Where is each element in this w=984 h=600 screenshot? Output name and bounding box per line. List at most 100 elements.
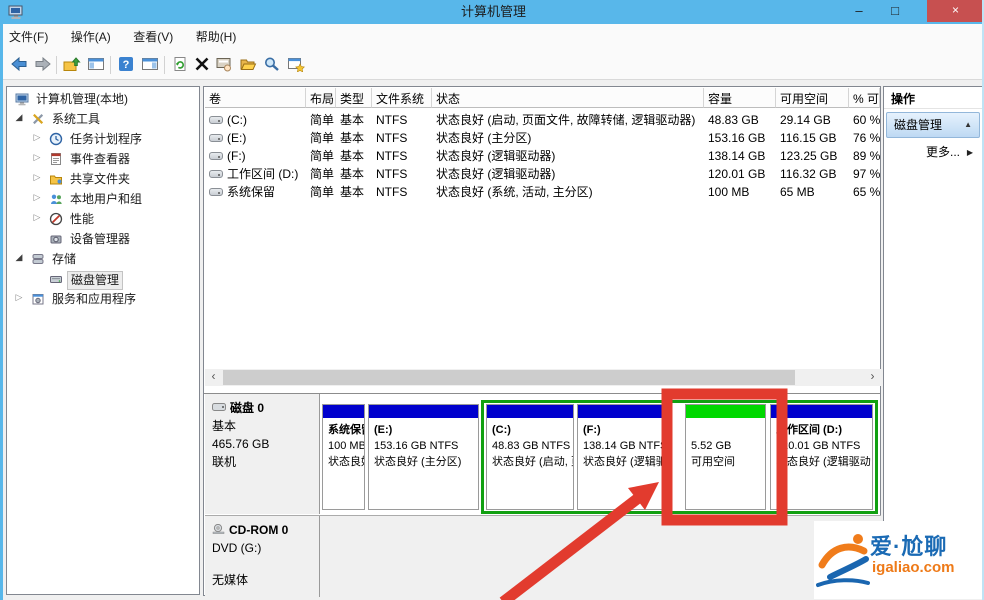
column-header-layout[interactable]: 布局 bbox=[306, 88, 336, 108]
volume-row-e[interactable]: (E:) 简单基本 NTFS状态良好 (主分区) 153.16 GB116.15… bbox=[205, 129, 880, 147]
sidebar-item-label: 系统工具 bbox=[49, 111, 103, 128]
disk0-type: 基本 bbox=[212, 417, 312, 435]
close-button[interactable]: × bbox=[927, 0, 984, 22]
task-scheduler-icon bbox=[49, 132, 63, 146]
volume-row-system-reserved[interactable]: 系统保留 简单基本 NTFS状态良好 (系统, 活动, 主分区) 100 MB6… bbox=[205, 183, 880, 201]
actions-disk-management-group[interactable]: 磁盘管理 bbox=[886, 112, 980, 138]
toolbar-separator bbox=[56, 56, 57, 74]
sidebar-item-label: 存储 bbox=[49, 251, 79, 268]
disk0-name: 磁盘 0 bbox=[230, 401, 264, 415]
menu-bar: 文件(F) 操作(A) 查看(V) 帮助(H) bbox=[0, 24, 984, 50]
customize-icon[interactable] bbox=[285, 54, 307, 76]
delete-icon[interactable] bbox=[191, 54, 213, 76]
collapsed-icon[interactable] bbox=[31, 192, 43, 203]
collapsed-icon[interactable] bbox=[31, 152, 43, 163]
shared-folders-icon bbox=[49, 172, 63, 186]
local-users-groups-icon bbox=[49, 192, 63, 206]
sidebar-item-task-scheduler[interactable]: 任务计划程序 bbox=[7, 130, 199, 149]
refresh-icon[interactable] bbox=[169, 54, 191, 76]
collapsed-icon[interactable] bbox=[31, 132, 43, 143]
open-icon[interactable] bbox=[237, 54, 259, 76]
column-header-volume[interactable]: 卷 bbox=[205, 88, 306, 108]
sidebar-item-system-tools[interactable]: 系统工具 bbox=[7, 110, 199, 129]
collapsed-icon[interactable] bbox=[31, 212, 43, 223]
sidebar-item-device-manager[interactable]: 设备管理器 bbox=[7, 230, 199, 249]
partition-d[interactable]: 工作区间 (D:)120.01 GB NTFS状态良好 (逻辑驱动 bbox=[770, 404, 873, 510]
properties-icon[interactable] bbox=[213, 54, 235, 76]
sidebar-item-label: 任务计划程序 bbox=[67, 131, 145, 148]
free-space-color-bar bbox=[686, 405, 765, 418]
volume-row-c[interactable]: (C:) 简单基本 NTFS状态良好 (启动, 页面文件, 故障转储, 逻辑驱动… bbox=[205, 111, 880, 129]
partition-color-bar bbox=[771, 405, 872, 418]
partition-e[interactable]: (E:)153.16 GB NTFS状态良好 (主分区) bbox=[368, 404, 479, 510]
disk0-info-card[interactable]: 磁盘 0 基本 465.76 GB 联机 bbox=[205, 394, 320, 514]
show-console-tree-icon[interactable] bbox=[61, 54, 83, 76]
system-tools-icon bbox=[31, 112, 45, 126]
column-header-status[interactable]: 状态 bbox=[432, 88, 704, 108]
maximize-button[interactable]: □ bbox=[878, 0, 912, 22]
back-icon[interactable] bbox=[8, 54, 30, 76]
partition-color-bar bbox=[323, 405, 364, 418]
expanded-icon[interactable] bbox=[13, 112, 25, 123]
computer-management-window: 计算机管理 – □ × 文件(F) 操作(A) 查看(V) 帮助(H) ? bbox=[0, 0, 984, 600]
sidebar-item-disk-management[interactable]: 磁盘管理 bbox=[7, 270, 199, 289]
actions-pane: 操作 磁盘管理 更多... bbox=[883, 86, 983, 596]
horizontal-scrollbar[interactable]: ‹ › bbox=[205, 369, 881, 386]
column-header-filesystem[interactable]: 文件系统 bbox=[372, 88, 432, 108]
partition-color-bar bbox=[487, 405, 573, 418]
menu-action[interactable]: 操作(A) bbox=[62, 24, 120, 50]
storage-icon bbox=[31, 252, 45, 266]
sidebar-item-label: 服务和应用程序 bbox=[49, 291, 139, 308]
actions-header: 操作 bbox=[884, 87, 982, 109]
cdrom-info-card[interactable]: CD-ROM 0 DVD (G:) 无媒体 bbox=[205, 516, 320, 597]
toolbar-separator bbox=[164, 56, 165, 74]
volume-drive-icon bbox=[209, 170, 223, 178]
sidebar-item-storage[interactable]: 存储 bbox=[7, 250, 199, 269]
minimize-button[interactable]: – bbox=[842, 0, 876, 22]
window-title: 计算机管理 bbox=[0, 0, 984, 24]
sidebar-item-label: 性能 bbox=[67, 211, 97, 228]
search-icon[interactable] bbox=[261, 54, 283, 76]
column-header-percent-free[interactable]: % 可 bbox=[849, 88, 880, 108]
menu-view[interactable]: 查看(V) bbox=[124, 24, 182, 50]
sidebar-item-label: 本地用户和组 bbox=[67, 191, 145, 208]
sidebar-item-performance[interactable]: 性能 bbox=[7, 210, 199, 229]
forward-icon[interactable] bbox=[32, 54, 54, 76]
sidebar-item-local-users-groups[interactable]: 本地用户和组 bbox=[7, 190, 199, 209]
sidebar-item-shared-folders[interactable]: 共享文件夹 bbox=[7, 170, 199, 189]
volume-row-f[interactable]: (F:) 简单基本 NTFS状态良好 (逻辑驱动器) 138.14 GB123.… bbox=[205, 147, 880, 165]
sidebar-item-label: 设备管理器 bbox=[67, 231, 133, 248]
collapsed-icon[interactable] bbox=[13, 292, 25, 303]
action-pane-icon[interactable] bbox=[139, 54, 161, 76]
disk-management-icon bbox=[49, 272, 63, 286]
expanded-icon[interactable] bbox=[13, 252, 25, 263]
console-window-icon[interactable] bbox=[85, 54, 107, 76]
volume-row-d[interactable]: 工作区间 (D:) 简单基本 NTFS状态良好 (逻辑驱动器) 120.01 G… bbox=[205, 165, 880, 183]
partition-system-reserved[interactable]: 系统保留100 MB NTFS状态良好 (系统, bbox=[322, 404, 365, 510]
toolbar: ? bbox=[0, 50, 984, 80]
scrollbar-thumb[interactable] bbox=[223, 370, 795, 385]
watermark-site: igaliao.com bbox=[872, 559, 955, 576]
partition-c[interactable]: (C:)48.83 GB NTFS状态良好 (启动, 页面 bbox=[486, 404, 574, 510]
cdrom-name: CD-ROM 0 bbox=[229, 523, 288, 537]
titlebar[interactable]: 计算机管理 – □ × bbox=[0, 0, 984, 24]
cdrom-drive: DVD (G:) bbox=[212, 539, 312, 557]
scroll-left-icon[interactable]: ‹ bbox=[205, 369, 222, 386]
column-header-type[interactable]: 类型 bbox=[336, 88, 372, 108]
event-viewer-icon bbox=[49, 152, 63, 166]
scroll-right-icon[interactable]: › bbox=[864, 369, 881, 386]
sidebar-item-event-viewer[interactable]: 事件查看器 bbox=[7, 150, 199, 169]
column-header-freespace[interactable]: 可用空间 bbox=[776, 88, 849, 108]
sidebar-item-services-applications[interactable]: 服务和应用程序 bbox=[7, 290, 199, 309]
menu-help[interactable]: 帮助(H) bbox=[187, 24, 246, 50]
actions-more-button[interactable]: 更多... bbox=[886, 142, 980, 162]
collapsed-icon[interactable] bbox=[31, 172, 43, 183]
disk0-status: 联机 bbox=[212, 453, 312, 471]
menu-file[interactable]: 文件(F) bbox=[0, 24, 57, 50]
partition-f[interactable]: (F:)138.14 GB NTFS状态良好 (逻辑驱动 bbox=[577, 404, 672, 510]
sidebar-item-label: 磁盘管理 bbox=[67, 271, 123, 290]
sidebar-item-computer-management[interactable]: 计算机管理(本地) bbox=[7, 90, 199, 109]
help-icon[interactable]: ? bbox=[115, 54, 137, 76]
partition-free-space[interactable]: 5.52 GB可用空间 bbox=[685, 404, 766, 510]
column-header-capacity[interactable]: 容量 bbox=[704, 88, 776, 108]
